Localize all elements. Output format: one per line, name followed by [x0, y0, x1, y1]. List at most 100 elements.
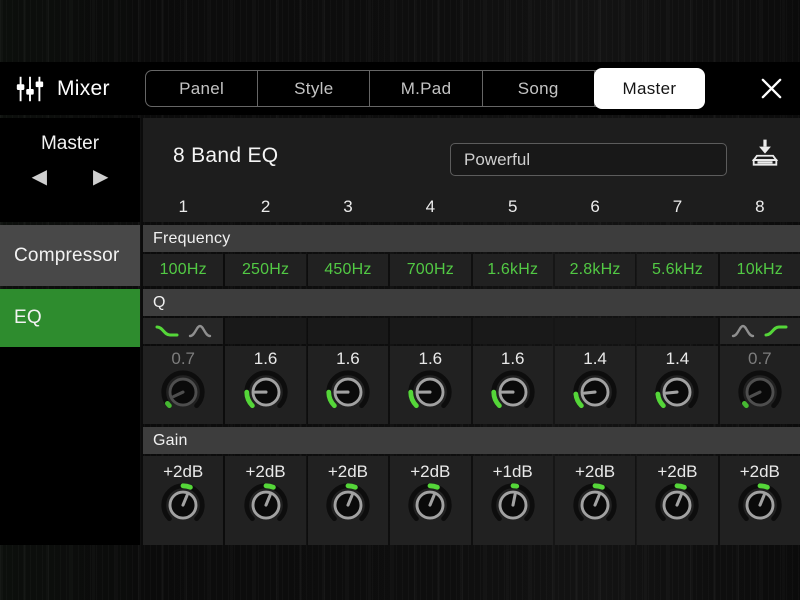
q-cell: 1.6 — [307, 346, 389, 424]
gain-value: +2dB — [574, 462, 616, 481]
title-bar: Mixer Panel Style M.Pad Song Master — [0, 62, 800, 115]
filter-type-spacer — [472, 318, 553, 344]
q-cell: 1.6 — [225, 346, 306, 424]
q-value: 1.6 — [253, 349, 278, 368]
frequency-value-cell[interactable]: 2.8kHz — [554, 254, 636, 286]
q-knob[interactable] — [401, 368, 459, 420]
sidebar: Master ◀ ▶ Compressor EQ — [0, 118, 140, 545]
gain-knob[interactable] — [566, 481, 624, 533]
tab-bar: Panel Style M.Pad Song Master — [145, 68, 706, 109]
gain-knob[interactable] — [319, 481, 377, 533]
gain-value: +2dB — [327, 462, 369, 481]
q-cell: 0.7 — [719, 346, 800, 424]
frequency-value: 2.8kHz — [569, 261, 621, 278]
filter-type-spacer — [390, 318, 471, 344]
frequency-value-cell[interactable]: 5.6kHz — [637, 254, 718, 286]
tab-panel[interactable]: Panel — [146, 71, 259, 106]
frequency-row: 100Hz 250Hz 450Hz 700Hz 1.6kHz 2.8kHz 5.6kHz 10… — [143, 254, 800, 286]
filter-type-selector[interactable] — [143, 318, 224, 344]
gain-knob[interactable] — [731, 481, 789, 533]
band-number: 4 — [425, 197, 436, 216]
frequency-value-cell[interactable]: 1.6kHz — [472, 254, 553, 286]
save-preset-button[interactable] — [751, 138, 779, 171]
gain-value: +2dB — [245, 462, 286, 481]
eq-header: 8 Band EQ Powerful 1 2 3 4 5 6 7 8 — [143, 118, 800, 222]
gain-knob[interactable] — [484, 481, 542, 533]
q-knob[interactable] — [648, 368, 706, 420]
band-number: 8 — [755, 197, 765, 216]
gain-knob[interactable] — [154, 481, 212, 533]
filter-type-spacer — [637, 318, 718, 344]
close-button[interactable] — [759, 76, 784, 101]
q-knob[interactable] — [484, 368, 542, 420]
frequency-value-cell[interactable]: 700Hz — [390, 254, 471, 286]
peak-icon[interactable] — [730, 323, 756, 339]
q-knob[interactable] — [154, 368, 212, 420]
preset-name: Powerful — [464, 149, 531, 169]
q-row: 0.7 1.6 1.6 1.6 1.6 1.4 1.4 0.7 — [143, 346, 800, 424]
gain-row: +2dB +2dB +2dB +2dB +1dB +2dB +2dB +2dB — [143, 456, 800, 545]
band-number: 2 — [260, 197, 271, 216]
frequency-value-cell[interactable]: 10kHz — [719, 254, 800, 286]
frequency-value: 250Hz — [241, 261, 290, 278]
gain-knob[interactable] — [237, 481, 295, 533]
q-row-header: Q — [143, 289, 800, 316]
right-arrow-icon[interactable]: ▶ — [93, 167, 108, 187]
gain-cell: +2dB — [554, 456, 636, 545]
q-value: 0.7 — [747, 349, 772, 368]
sidebar-spacer — [0, 347, 140, 545]
gain-cell: +1dB — [472, 456, 553, 545]
sidebar-item-eq[interactable]: EQ — [0, 289, 140, 347]
filter-type-row — [143, 318, 800, 344]
gain-cell: +2dB — [225, 456, 306, 545]
q-knob[interactable] — [237, 368, 295, 420]
preset-selector[interactable]: Powerful — [450, 143, 727, 176]
peak-icon[interactable] — [187, 323, 213, 339]
gain-cell: +2dB — [143, 456, 224, 545]
gain-value: +2dB — [739, 462, 780, 481]
gain-value: +2dB — [410, 462, 451, 481]
filter-type-selector[interactable] — [719, 318, 800, 344]
q-knob[interactable] — [319, 368, 377, 420]
band-number: 5 — [507, 197, 518, 216]
gain-value: +2dB — [163, 462, 204, 481]
close-icon — [761, 78, 782, 99]
band-number: 7 — [672, 197, 683, 216]
filter-type-spacer — [307, 318, 389, 344]
q-cell: 1.6 — [390, 346, 471, 424]
band-number-row: 1 2 3 4 5 6 7 8 — [143, 192, 800, 222]
band-number: 1 — [178, 197, 188, 216]
frequency-value: 700Hz — [406, 261, 454, 278]
filter-type-spacer — [554, 318, 636, 344]
tab-mpad[interactable]: M.Pad — [370, 71, 483, 106]
gain-cell: +2dB — [390, 456, 471, 545]
q-value: 1.6 — [500, 349, 525, 368]
tab-style[interactable]: Style — [258, 71, 371, 106]
save-preset-icon — [751, 139, 779, 166]
gain-cell: +2dB — [719, 456, 800, 545]
left-arrow-icon[interactable]: ◀ — [32, 167, 47, 187]
eq-title: 8 Band EQ — [173, 144, 279, 167]
gain-knob[interactable] — [648, 481, 706, 533]
band-number: 3 — [343, 197, 353, 216]
q-cell: 0.7 — [143, 346, 224, 424]
frequency-value-cell[interactable]: 100Hz — [143, 254, 224, 286]
tab-song[interactable]: Song — [483, 71, 595, 106]
frequency-value-cell[interactable]: 250Hz — [225, 254, 306, 286]
q-knob[interactable] — [731, 368, 789, 420]
q-cell: 1.6 — [472, 346, 553, 424]
mixer-faders-icon — [16, 76, 44, 101]
gain-row-header: Gain — [143, 427, 800, 454]
q-knob[interactable] — [566, 368, 624, 420]
sidebar-item-compressor[interactable]: Compressor — [0, 225, 140, 286]
filter-type-spacer — [225, 318, 306, 344]
band-number: 6 — [590, 197, 600, 216]
low-shelf-icon[interactable] — [154, 323, 180, 339]
frequency-value-cell[interactable]: 450Hz — [307, 254, 389, 286]
tab-master[interactable]: Master — [593, 68, 706, 109]
q-value: 0.7 — [171, 349, 195, 368]
gain-knob[interactable] — [401, 481, 459, 533]
high-shelf-icon[interactable] — [763, 323, 789, 339]
frequency-value: 450Hz — [324, 261, 372, 278]
frequency-value: 5.6kHz — [651, 261, 703, 278]
